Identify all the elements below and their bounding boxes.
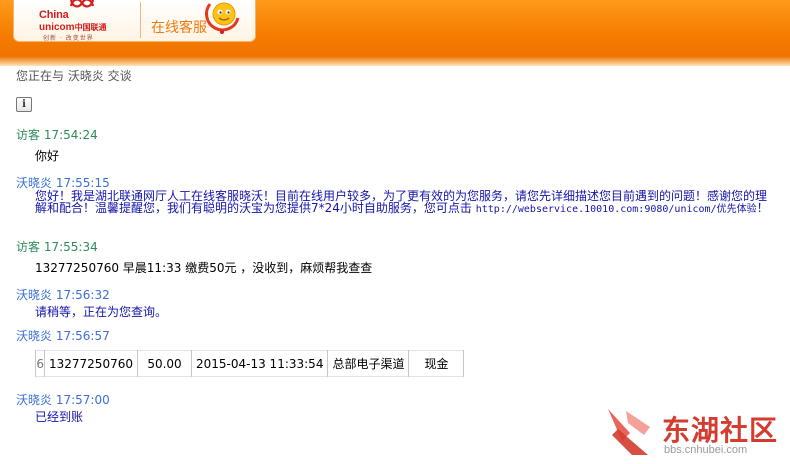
- table-cell: 2015-04-13 11:33:54: [190, 350, 329, 377]
- table-cell: 现金: [408, 350, 465, 377]
- unicom-knot-icon: [69, 0, 95, 8]
- service-title: 在线客服: [151, 20, 207, 36]
- brand-divider: [140, 2, 141, 38]
- info-icon[interactable]: i: [16, 97, 32, 112]
- watermark-logo-icon: [608, 409, 650, 455]
- brand-slogan: 创新 · 改变世界: [43, 35, 94, 42]
- message-text: 您好！我是湖北联通网厅人工在线客服晓沃！目前在线用户较多，为了更有效的为您服务，…: [35, 190, 770, 216]
- message-time: 17:56:32: [55, 288, 110, 302]
- message-text: 请稍等，正在为您查询。: [35, 305, 168, 319]
- sender-name: 沃晓炎: [16, 176, 53, 190]
- message-time: 17:57:00: [55, 393, 110, 407]
- mascot-icon: [205, 2, 240, 34]
- message-time: 17:55:15: [55, 176, 110, 190]
- sender-name: 沃晓炎: [16, 393, 53, 407]
- table-cell: 总部电子渠道: [327, 350, 410, 377]
- message-header: 沃晓炎 17:56:32: [16, 286, 110, 303]
- sender-name: 访客: [16, 128, 41, 142]
- brand-name: unicom中国联通: [39, 22, 107, 33]
- message-time: 17:54:24: [43, 128, 98, 142]
- payment-record-table: 6 13277250760 50.00 2015-04-13 11:33:54 …: [35, 350, 465, 377]
- conversation-topic: 您正在与 沃晓炎 交谈: [16, 69, 132, 83]
- message-text: 已经到账: [35, 410, 84, 424]
- message-text: 13277250760 早晨11:33 缴费50元 ，没收到，麻烦帮我查查: [35, 261, 373, 275]
- sender-name: 沃晓炎: [16, 329, 53, 343]
- brand-name-cn: 中国联通: [74, 23, 107, 32]
- watermark-url: bbs.cnhubei.com: [664, 444, 748, 456]
- message-time: 17:56:57: [55, 329, 110, 343]
- table-cell: 50.00: [137, 350, 192, 377]
- table-cell: 13277250760: [44, 350, 138, 377]
- table-cell: 6: [35, 350, 45, 377]
- brand-panel: China unicom中国联通 创新 · 改变世界 在线客服: [13, 0, 256, 42]
- table-row: 6 13277250760 50.00 2015-04-13 11:33:54 …: [35, 350, 465, 377]
- watermark-title: 东湖社区: [662, 414, 779, 447]
- message-tail: ！: [756, 201, 769, 215]
- message-header: 访客 17:55:34: [16, 238, 98, 255]
- message-text: 你好: [35, 149, 60, 163]
- sender-name: 沃晓炎: [16, 288, 53, 302]
- message-link[interactable]: http://webservice.10010.com:9080/unicom/…: [476, 204, 757, 215]
- message-header: 沃晓炎 17:57:00: [16, 391, 110, 408]
- message-time: 17:55:34: [43, 240, 98, 254]
- brand-name-en: China: [39, 9, 69, 21]
- header-shadow: [0, 56, 790, 66]
- message-header: 沃晓炎 17:56:57: [16, 327, 110, 344]
- sender-name: 访客: [16, 240, 41, 254]
- message-header: 访客 17:54:24: [16, 126, 98, 143]
